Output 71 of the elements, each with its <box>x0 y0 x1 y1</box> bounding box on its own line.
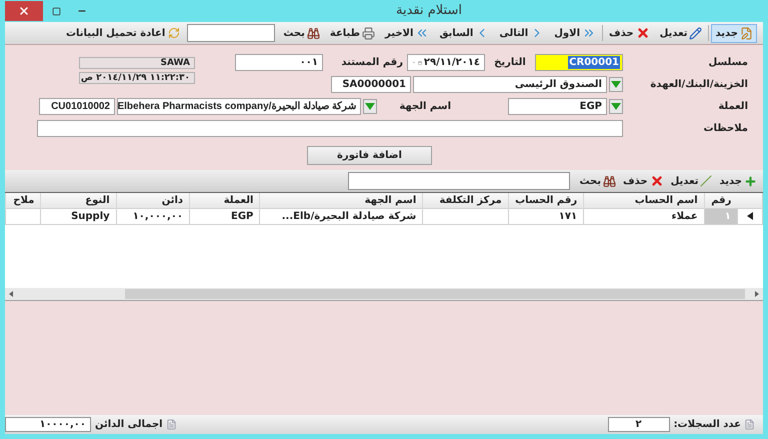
field-label: اسم الجهة <box>398 100 451 114</box>
column-header[interactable]: اسم الحساب <box>584 193 704 208</box>
plus-icon <box>744 174 757 188</box>
column-header[interactable]: العملة <box>190 193 260 208</box>
column-header[interactable]: النوع <box>40 193 116 208</box>
pencil-icon <box>689 26 702 40</box>
treasury-code-field: SA0000001 <box>331 76 411 93</box>
close-icon <box>636 26 650 40</box>
field-label: التاريخ <box>493 56 527 70</box>
close-icon <box>18 5 30 17</box>
toolbar-button[interactable]: الاخير <box>381 24 434 42</box>
add-invoice-button[interactable]: اضافة فاتورة <box>307 146 432 164</box>
maximize-icon <box>52 6 60 16</box>
table-cell: عملاء <box>584 208 704 224</box>
toolbar-button[interactable]: تعديل <box>656 24 706 42</box>
column-header[interactable]: مركز التكلفة <box>422 193 508 208</box>
currency-field[interactable]: EGP <box>508 98 607 115</box>
table-cell: Supply <box>40 208 116 224</box>
toolbar-button[interactable]: تعديل <box>668 172 714 190</box>
column-header[interactable]: دائن <box>116 193 190 208</box>
timestamp-field: ١١:٢٢:٣٠ ٢٠١٤/١١/٢٩ ص <box>79 72 195 84</box>
user-field: SAWA <box>79 56 195 68</box>
printer-icon <box>362 26 376 40</box>
party-code-field: CU01010002 <box>39 98 115 115</box>
total-credit-field: ١٠٠٠٠,٠٠ <box>5 417 91 432</box>
column-header[interactable]: اسم الجهة <box>260 193 423 208</box>
field-label: الخزينة/البنك/العهدة <box>649 78 748 92</box>
search-field[interactable] <box>348 172 570 190</box>
field-label: رقم المستند <box>340 56 403 70</box>
table-cell: شركة صيادلة البحيرة/Elb... <box>260 208 423 224</box>
serial-field[interactable]: CR00001 <box>535 54 623 71</box>
toolbar-button[interactable]: التالى <box>495 24 548 42</box>
field-label: ملاحظات <box>702 122 748 136</box>
new-document-icon <box>740 26 753 40</box>
search-field[interactable] <box>187 24 276 42</box>
party-field[interactable]: شركة صيادلة البحيرة/Elbehera Pharmacists company <box>117 98 361 115</box>
table-cell: ١٧١ <box>508 208 584 224</box>
toolbar-button[interactable]: جديد <box>717 172 759 190</box>
toolbar-button[interactable]: حذف <box>605 24 654 42</box>
date-picker[interactable]: ٢٩/١١/٢٠١٤ <box>407 54 485 71</box>
close-icon <box>650 174 664 188</box>
slash-icon <box>700 175 712 187</box>
document-icon <box>744 419 755 430</box>
notes-field[interactable] <box>37 120 623 137</box>
total-credit-label: اجمالى الدائن <box>95 418 163 432</box>
field-label: العملة <box>717 100 748 114</box>
close-button[interactable] <box>5 1 43 21</box>
toolbar-button[interactable]: بحث <box>279 24 324 42</box>
binoculars-icon <box>603 174 616 188</box>
document-icon <box>166 419 177 430</box>
toolbar-button[interactable]: حذف <box>621 172 666 190</box>
table-cell: EGP <box>190 208 260 224</box>
reload-button[interactable]: اعادة تحميل البيانات <box>62 24 184 42</box>
record-count-label: عدد السجلات: <box>674 418 741 432</box>
refresh-icon <box>168 27 180 39</box>
column-header[interactable]: رقم الحساب <box>508 193 584 208</box>
document-number-field[interactable]: ٠٠١ <box>235 54 323 71</box>
toolbar-button[interactable]: الاول <box>550 24 600 42</box>
toolbar-button[interactable]: بحث <box>577 172 618 190</box>
horizontal-scrollbar[interactable] <box>5 288 763 300</box>
window-title: استلام نقدية <box>396 2 462 20</box>
record-count-field: ٢ <box>608 417 670 432</box>
toolbar-button[interactable]: طباعة <box>326 24 380 42</box>
column-header[interactable]: ملاح <box>6 193 41 208</box>
table-cell: ١٠,٠٠٠,٠٠ <box>116 208 190 224</box>
toolbar-button[interactable]: السابق <box>435 24 494 42</box>
toolbar-button[interactable]: جديد <box>711 24 757 42</box>
binoculars-icon <box>306 26 320 40</box>
field-label: مسلسل <box>707 56 748 70</box>
treasury-field[interactable]: الصندوق الرئيسى <box>413 76 607 93</box>
table-cell <box>6 208 41 224</box>
